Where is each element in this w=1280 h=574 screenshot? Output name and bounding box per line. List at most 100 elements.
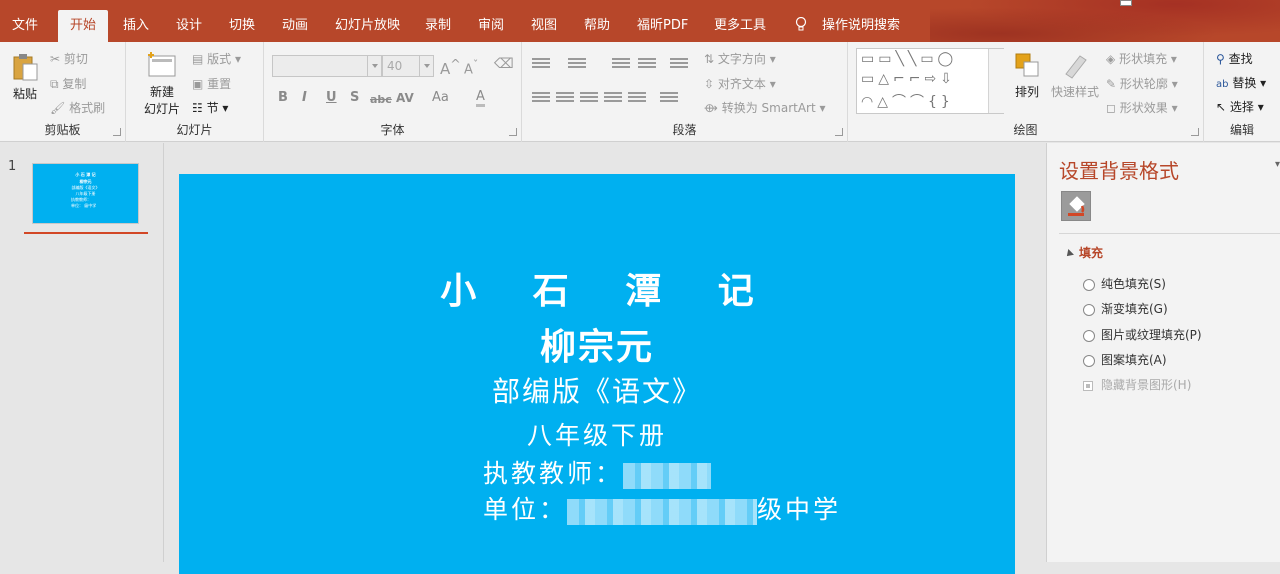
- chevron-down-icon[interactable]: [419, 56, 433, 76]
- select-button[interactable]: ↖ 选择 ▾: [1216, 98, 1264, 115]
- picture-texture-fill-option[interactable]: 图片或纹理填充(P): [1083, 326, 1202, 343]
- radio-icon[interactable]: [1083, 303, 1095, 316]
- tab-view[interactable]: 视图: [531, 10, 557, 42]
- hide-background-graphics-option[interactable]: 隐藏背景图形(H): [1083, 376, 1191, 393]
- grow-font-button[interactable]: A^: [440, 56, 461, 78]
- group-label-clipboard: 剪贴板: [44, 123, 81, 137]
- tab-foxit-pdf[interactable]: 福昕PDF: [637, 10, 688, 42]
- shapes-row-1: ▭▭╲╲▭◯: [861, 51, 958, 67]
- tab-home[interactable]: 开始: [58, 10, 109, 42]
- font-color-button[interactable]: A: [476, 90, 485, 107]
- columns-icon[interactable]: [660, 92, 678, 106]
- ribbon: 粘贴 ✂ 剪切 ⧉ 复制 🖌 格式刷 剪贴板 新建 幻灯片 ▤ 版式 ▾ ▣ 重…: [0, 42, 1280, 142]
- strikethrough-button[interactable]: abc: [370, 93, 392, 106]
- tab-insert[interactable]: 插入: [123, 10, 149, 42]
- bold-button[interactable]: B: [278, 90, 288, 105]
- font-launcher[interactable]: [509, 128, 517, 136]
- tab-design[interactable]: 设计: [176, 10, 202, 42]
- tab-file[interactable]: 文件: [12, 10, 38, 42]
- justify-icon[interactable]: [604, 92, 622, 106]
- checkbox-icon[interactable]: [1083, 380, 1093, 391]
- shape-fill-button[interactable]: ◈ 形状填充 ▾: [1106, 50, 1177, 67]
- new-slide-button[interactable]: 新建 幻灯片: [134, 50, 190, 117]
- shadow-button[interactable]: S: [350, 90, 359, 105]
- radio-icon[interactable]: [1083, 278, 1095, 291]
- change-case-button[interactable]: Aa: [432, 90, 449, 105]
- line-spacing-icon[interactable]: [670, 58, 688, 72]
- shapes-gallery-scrollbar[interactable]: [988, 49, 1004, 113]
- shrink-font-button[interactable]: Aˇ: [464, 58, 478, 77]
- slide-canvas[interactable]: 小 石 潭 记 柳宗元 部编版《语文》 八年级下册 执教教师： 单位： 级中学: [179, 174, 1015, 574]
- paste-button[interactable]: 粘贴: [8, 52, 42, 102]
- slide-title[interactable]: 小 石 潭 记: [179, 262, 1015, 314]
- solid-fill-option[interactable]: 纯色填充(S): [1083, 275, 1166, 292]
- slide-unit-line[interactable]: 单位： 级中学: [483, 490, 841, 526]
- quick-styles-button[interactable]: 快速样式: [1048, 50, 1102, 100]
- cut-button[interactable]: ✂ 剪切: [50, 50, 88, 67]
- tab-help[interactable]: 帮助: [584, 10, 610, 42]
- tab-slideshow[interactable]: 幻灯片放映: [335, 10, 400, 42]
- align-text-icon: ⇳: [704, 77, 715, 91]
- selected-slide-indicator: [24, 232, 148, 234]
- numbering-icon[interactable]: [568, 58, 586, 72]
- tab-record[interactable]: 录制: [425, 10, 451, 42]
- clear-format-icon[interactable]: ⌫: [494, 56, 514, 72]
- smartart-icon: ⟴: [704, 101, 718, 115]
- shape-outline-button[interactable]: ✎ 形状轮廓 ▾: [1106, 75, 1178, 92]
- decrease-indent-icon[interactable]: [612, 58, 630, 72]
- slide-thumbnail-1[interactable]: 小 石 潭 记 柳宗元 部编版《语文》 八年级下册 执教教师： 单位： 级中学: [32, 163, 139, 224]
- tab-transitions[interactable]: 切换: [229, 10, 255, 42]
- slide-author[interactable]: 柳宗元: [179, 318, 1015, 370]
- clipboard-launcher[interactable]: [113, 128, 121, 136]
- new-slide-icon: [148, 52, 176, 77]
- paragraph-launcher[interactable]: [835, 128, 843, 136]
- chevron-down-icon[interactable]: [367, 56, 381, 76]
- font-name-combo[interactable]: [272, 55, 382, 77]
- reset-button[interactable]: ▣ 重置: [192, 75, 231, 92]
- format-painter-button[interactable]: 🖌 格式刷: [50, 99, 105, 116]
- radio-icon[interactable]: [1083, 329, 1095, 342]
- redacted-teacher-name: [623, 462, 712, 489]
- shape-effects-button[interactable]: ◻ 形状效果 ▾: [1106, 99, 1178, 116]
- bullets-icon[interactable]: [532, 58, 550, 72]
- replace-button[interactable]: ab 替换 ▾: [1216, 74, 1266, 91]
- slide-grade[interactable]: 八年级下册: [179, 416, 1015, 452]
- text-direction-button[interactable]: ⇅ 文字方向 ▾: [704, 50, 776, 67]
- arrange-button[interactable]: 排列: [1010, 50, 1044, 100]
- layout-button[interactable]: ▤ 版式 ▾: [192, 50, 241, 67]
- font-size-combo[interactable]: 40: [382, 55, 434, 77]
- align-right-icon[interactable]: [580, 92, 598, 106]
- align-center-icon[interactable]: [556, 92, 574, 106]
- fill-tab-icon[interactable]: [1061, 191, 1091, 221]
- slide-teacher-line[interactable]: 执教教师：: [483, 454, 712, 490]
- group-label-paragraph: 段落: [672, 123, 697, 137]
- tab-animations[interactable]: 动画: [282, 10, 308, 42]
- find-button[interactable]: ⚲ 查找: [1216, 50, 1253, 67]
- tell-me-search[interactable]: 操作说明搜索: [822, 10, 900, 42]
- copy-icon: ⧉: [50, 77, 59, 91]
- underline-button[interactable]: U: [326, 90, 337, 105]
- italic-button[interactable]: I: [302, 90, 307, 105]
- thumb-line-6: 单位： 级中学: [71, 203, 97, 208]
- shapes-gallery[interactable]: ▭▭╲╲▭◯ ▭△⌐⌐⇨⇩ ◠△⌒⌒{}: [856, 48, 1004, 114]
- pattern-fill-option[interactable]: 图案填充(A): [1083, 351, 1167, 368]
- drawing-launcher[interactable]: [1191, 128, 1199, 136]
- tab-review[interactable]: 审阅: [478, 10, 504, 42]
- align-left-icon[interactable]: [532, 92, 550, 106]
- pane-options-icon[interactable]: ▾: [1275, 159, 1280, 170]
- copy-button[interactable]: ⧉ 复制: [50, 75, 86, 92]
- distributed-icon[interactable]: [628, 92, 646, 106]
- scissors-icon: ✂: [50, 52, 61, 66]
- gradient-fill-option[interactable]: 渐变填充(G): [1083, 300, 1168, 317]
- slide-textbook[interactable]: 部编版《语文》: [179, 370, 1015, 410]
- radio-icon[interactable]: [1083, 354, 1095, 367]
- tab-more-tools[interactable]: 更多工具: [714, 10, 766, 42]
- increase-indent-icon[interactable]: [638, 58, 656, 72]
- ribbon-tab-bar: 文件 开始 插入 设计 切换 动画 幻灯片放映 录制 审阅 视图 帮助 福昕PD…: [0, 0, 1280, 42]
- smartart-button[interactable]: ⟴ 转换为 SmartArt ▾: [704, 99, 826, 116]
- align-text-button[interactable]: ⇳ 对齐文本 ▾: [704, 75, 776, 92]
- fill-section-header[interactable]: 填充: [1065, 244, 1103, 261]
- char-spacing-button[interactable]: AV: [396, 91, 414, 105]
- section-button[interactable]: ☷ 节 ▾: [192, 99, 228, 116]
- window-control-box[interactable]: [1120, 0, 1132, 6]
